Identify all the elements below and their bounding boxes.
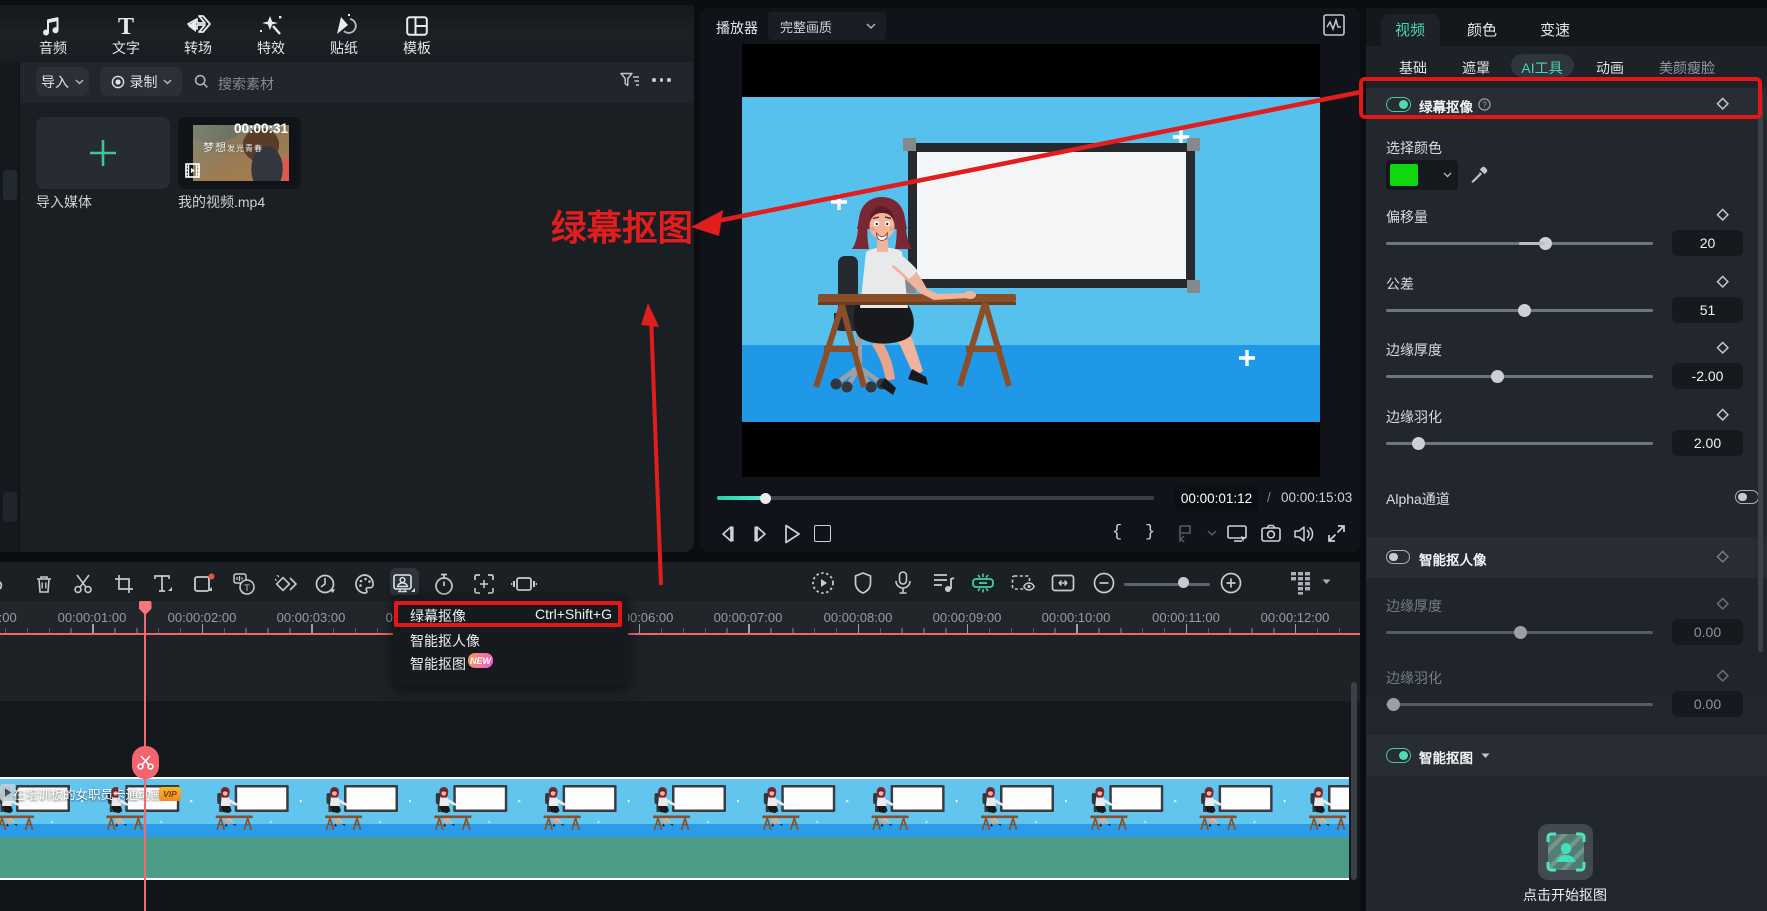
- svg-text:T: T: [118, 14, 134, 39]
- svg-text:T: T: [244, 583, 250, 593]
